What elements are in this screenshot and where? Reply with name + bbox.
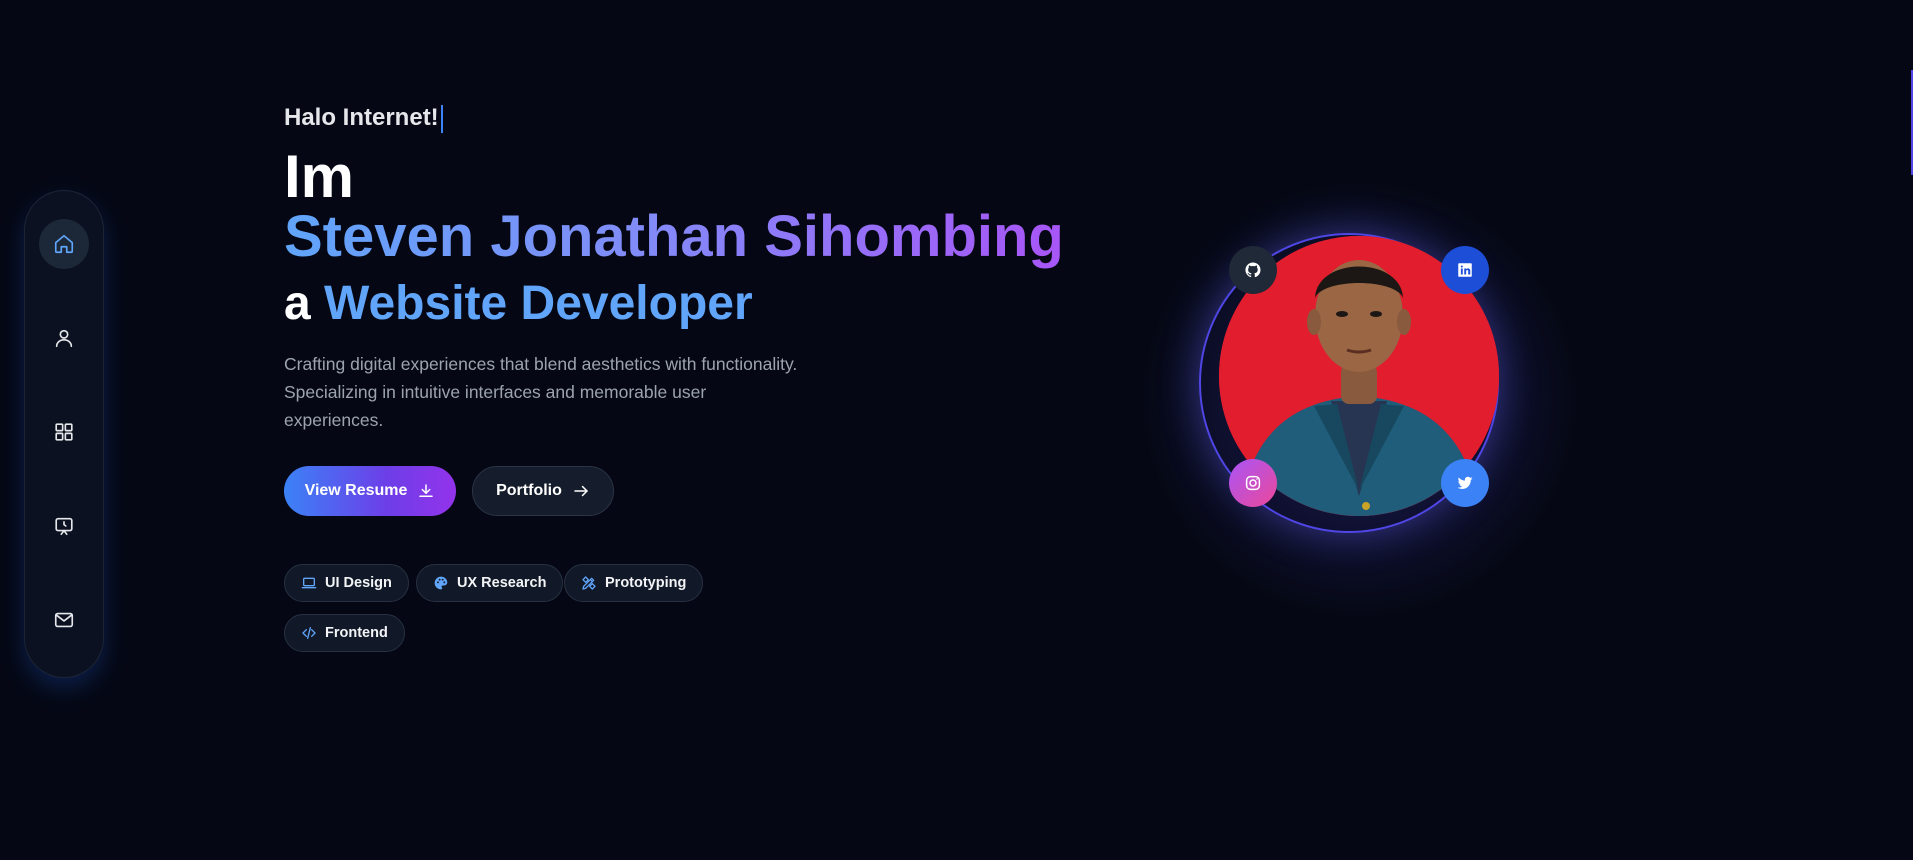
palette-icon (434, 576, 448, 590)
sidebar-item-home[interactable] (39, 219, 89, 269)
hero-description: Crafting digital experiences that blend … (284, 354, 798, 430)
greeting-text: Halo Internet! (284, 104, 443, 133)
home-icon (54, 234, 74, 254)
github-icon (1245, 262, 1261, 278)
hero-name: Steven Jonathan Sihombing (284, 204, 1064, 269)
view-resume-button[interactable]: View Resume (284, 466, 456, 516)
skill-tag-prototyping: Prototyping (564, 564, 704, 602)
instagram-link[interactable] (1229, 459, 1277, 507)
sidebar-item-contact[interactable] (39, 595, 89, 645)
sidebar-item-projects[interactable] (39, 407, 89, 457)
portfolio-label: Portfolio (496, 482, 562, 499)
pen-ruler-icon (582, 576, 596, 590)
grid-icon (55, 423, 73, 441)
greeting-label: Halo Internet! (284, 104, 439, 131)
intro-text: Im (284, 143, 355, 210)
skill-tag-label: UX Research (457, 575, 547, 591)
clock-screen-icon (55, 517, 73, 536)
page: Halo Internet! Im Steven Jonathan Sihomb… (0, 0, 1913, 860)
twitter-icon (1457, 476, 1473, 489)
sidebar-item-experience[interactable] (39, 501, 89, 551)
portfolio-button[interactable]: Portfolio (472, 466, 614, 516)
skill-tag-label: Prototyping (605, 575, 687, 591)
skill-tag-label: Frontend (325, 625, 388, 641)
mail-icon (54, 612, 74, 628)
user-icon (55, 329, 73, 348)
hero-role: a Website Developer (284, 276, 753, 332)
typing-caret (440, 104, 443, 133)
code-icon (302, 627, 316, 639)
sidebar-nav (24, 190, 104, 678)
sidebar-item-about[interactable] (39, 313, 89, 363)
instagram-icon (1245, 475, 1261, 491)
skill-tag-ux-research: UX Research (416, 564, 564, 602)
laptop-icon (301, 577, 317, 589)
skill-tag-frontend: Frontend (284, 614, 405, 652)
github-link[interactable] (1229, 246, 1277, 294)
twitter-link[interactable] (1441, 459, 1489, 507)
linkedin-icon (1458, 263, 1472, 277)
linkedin-link[interactable] (1441, 246, 1489, 294)
view-resume-label: View Resume (304, 482, 408, 499)
download-icon (419, 484, 434, 497)
skill-tag-label: UI Design (325, 575, 392, 591)
role-prefix: a (284, 277, 311, 330)
role-title: Website Developer (324, 277, 753, 330)
skill-tag-ui-design: UI Design (284, 564, 409, 602)
arrow-right-icon (574, 485, 588, 497)
